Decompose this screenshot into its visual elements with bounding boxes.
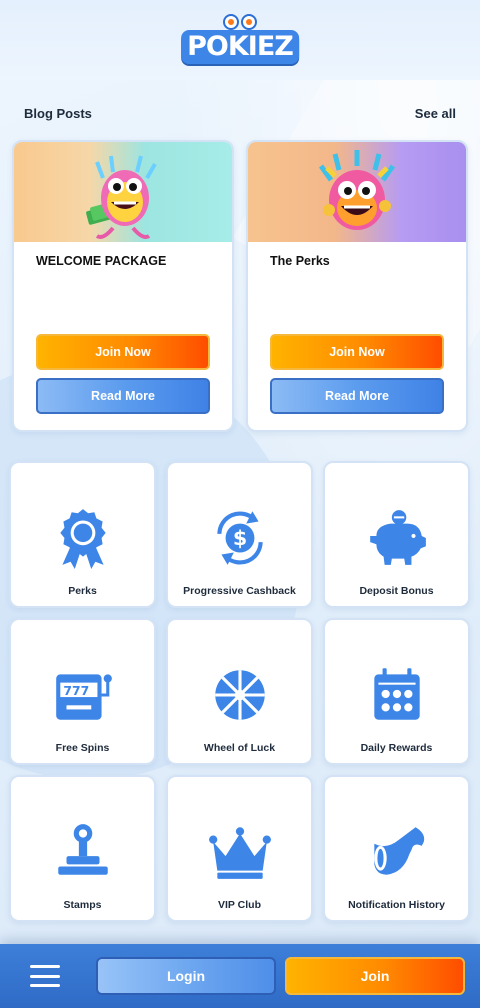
pokiez-logo[interactable]: POKIEZ bbox=[181, 8, 299, 72]
feature-tile-vip-club[interactable]: VIP Club bbox=[166, 775, 313, 922]
blog-card: WELCOME PACKAGE Join Now Read More bbox=[12, 140, 234, 432]
blog-card-title: WELCOME PACKAGE bbox=[36, 254, 167, 268]
tile-label: VIP Club bbox=[218, 899, 261, 911]
blog-card: The Perks Join Now Read More bbox=[246, 140, 468, 432]
feature-grid: Perks $ Progressive Cashback Deposit Bon… bbox=[0, 461, 480, 922]
calendar-icon bbox=[373, 668, 420, 720]
tile-label: Free Spins bbox=[55, 742, 110, 754]
join-button[interactable]: Join bbox=[285, 957, 465, 995]
join-now-button[interactable]: Join Now bbox=[270, 334, 444, 370]
monster-illustration bbox=[318, 150, 396, 230]
slot-machine-icon: 777 bbox=[55, 674, 112, 720]
logo-wordmark: POKIEZ bbox=[181, 30, 299, 64]
blog-section-header: Blog Posts See all bbox=[0, 98, 480, 128]
hamburger-icon[interactable] bbox=[30, 965, 60, 987]
svg-text:777: 777 bbox=[63, 684, 89, 698]
blog-card-title: The Perks bbox=[270, 254, 330, 268]
megaphone-icon bbox=[373, 827, 424, 875]
section-title: Blog Posts bbox=[24, 105, 92, 121]
monster-illustration bbox=[86, 155, 157, 239]
login-button[interactable]: Login bbox=[96, 957, 276, 995]
tile-label: Notification History bbox=[348, 899, 445, 911]
see-all-link[interactable]: See all bbox=[415, 106, 456, 121]
stamp-icon bbox=[57, 824, 108, 875]
blog-posts-list: WELCOME PACKAGE Join Now Read More The P… bbox=[0, 140, 480, 432]
tile-label: Wheel of Luck bbox=[203, 742, 276, 754]
read-more-button[interactable]: Read More bbox=[270, 378, 444, 414]
svg-text:$: $ bbox=[232, 526, 246, 550]
tile-label: Progressive Cashback bbox=[183, 585, 296, 597]
blog-image-welcome bbox=[14, 142, 232, 242]
feature-tile-perks[interactable]: Perks bbox=[9, 461, 156, 608]
tile-label: Perks bbox=[68, 585, 97, 597]
read-more-button[interactable]: Read More bbox=[36, 378, 210, 414]
tile-label: Daily Rewards bbox=[360, 742, 433, 754]
badge-icon bbox=[59, 509, 106, 569]
wheel-icon bbox=[214, 670, 265, 720]
feature-tile-deposit-bonus[interactable]: Deposit Bonus bbox=[323, 461, 470, 608]
bottom-action-bar: Login Join bbox=[0, 944, 480, 1008]
feature-tile-notification-history[interactable]: Notification History bbox=[323, 775, 470, 922]
feature-tile-free-spins[interactable]: 777 Free Spins bbox=[9, 618, 156, 765]
feature-tile-wheel-of-luck[interactable]: Wheel of Luck bbox=[166, 618, 313, 765]
feature-tile-daily-rewards[interactable]: Daily Rewards bbox=[323, 618, 470, 765]
cashback-icon: $ bbox=[216, 511, 263, 565]
feature-tile-stamps[interactable]: Stamps bbox=[9, 775, 156, 922]
header: POKIEZ bbox=[0, 0, 480, 80]
tile-label: Deposit Bonus bbox=[359, 585, 434, 597]
join-now-button[interactable]: Join Now bbox=[36, 334, 210, 370]
tile-label: Stamps bbox=[63, 899, 102, 911]
feature-tile-progressive-cashback[interactable]: $ Progressive Cashback bbox=[166, 461, 313, 608]
piggy-bank-icon bbox=[369, 510, 426, 565]
blog-image-perks bbox=[248, 142, 466, 242]
crown-icon bbox=[208, 827, 271, 879]
